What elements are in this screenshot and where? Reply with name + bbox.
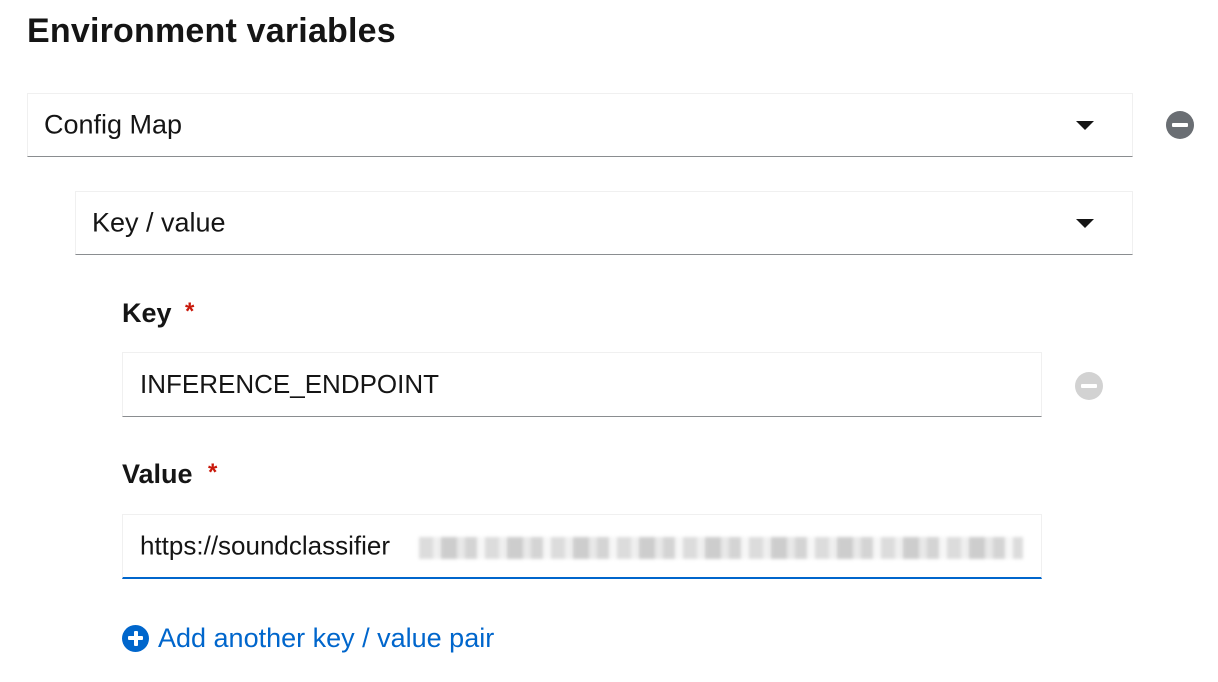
- caret-down-icon: [1076, 121, 1094, 130]
- environment-variables-panel: Environment variables Config Map Key / v…: [0, 0, 1218, 682]
- add-key-value-pair-button[interactable]: Add another key / value pair: [122, 621, 494, 655]
- remove-key-value-pair-button[interactable]: [1075, 372, 1103, 400]
- redacted-text: [419, 537, 1023, 559]
- plus-circle-icon: [122, 624, 149, 652]
- remove-env-var-button[interactable]: [1166, 111, 1194, 139]
- env-var-type-select[interactable]: Config Map: [27, 93, 1133, 157]
- value-input[interactable]: https://soundclassifier: [122, 514, 1042, 579]
- key-input[interactable]: [122, 352, 1042, 417]
- required-marker: *: [185, 298, 195, 325]
- key-label: Key: [122, 298, 172, 328]
- section-title: Environment variables: [27, 12, 396, 50]
- config-map-source-selected: Key / value: [92, 207, 226, 238]
- add-key-value-pair-label: Add another key / value pair: [158, 622, 495, 653]
- caret-down-icon: [1076, 219, 1094, 228]
- required-marker: *: [208, 459, 218, 486]
- value-input-text: https://soundclassifier: [140, 530, 391, 561]
- env-var-type-selected: Config Map: [44, 109, 183, 140]
- value-label: Value: [122, 459, 193, 489]
- config-map-source-select[interactable]: Key / value: [75, 191, 1133, 255]
